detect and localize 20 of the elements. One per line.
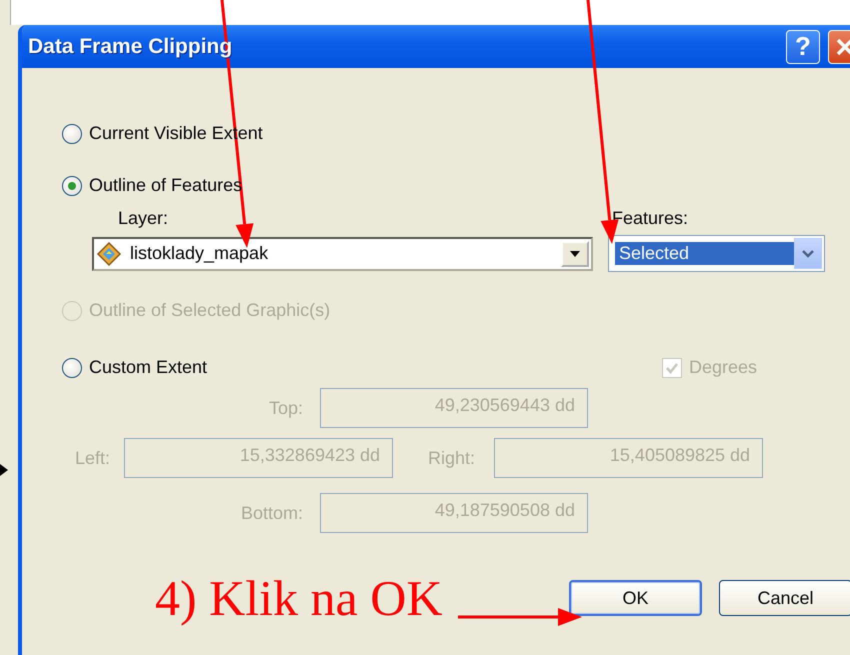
ok-button[interactable]: OK (569, 580, 702, 616)
checkmark-icon (665, 360, 679, 374)
features-label: Features: (612, 208, 688, 229)
annotation-text: 4) Klik na OK (155, 573, 442, 623)
help-button[interactable]: ? (786, 30, 820, 64)
cancel-button[interactable]: Cancel (719, 580, 850, 616)
layer-label: Layer: (118, 208, 170, 229)
radio-button[interactable] (62, 124, 82, 144)
close-icon (835, 36, 850, 56)
radio-option[interactable]: Custom Extent (62, 357, 662, 378)
left-label: Left: (75, 448, 110, 468)
features-dropdown[interactable]: Selected (608, 235, 825, 272)
radio-button[interactable] (62, 176, 82, 196)
arrowhead-icon (0, 464, 8, 476)
top-label: Top: (268, 398, 303, 418)
right-label: Right: (428, 448, 476, 468)
radio-button[interactable] (62, 358, 82, 378)
bottom-label: Bottom: (240, 502, 303, 524)
layer-icon (96, 240, 122, 266)
layer-dropdown[interactable]: listoklady_mapak (92, 236, 593, 270)
